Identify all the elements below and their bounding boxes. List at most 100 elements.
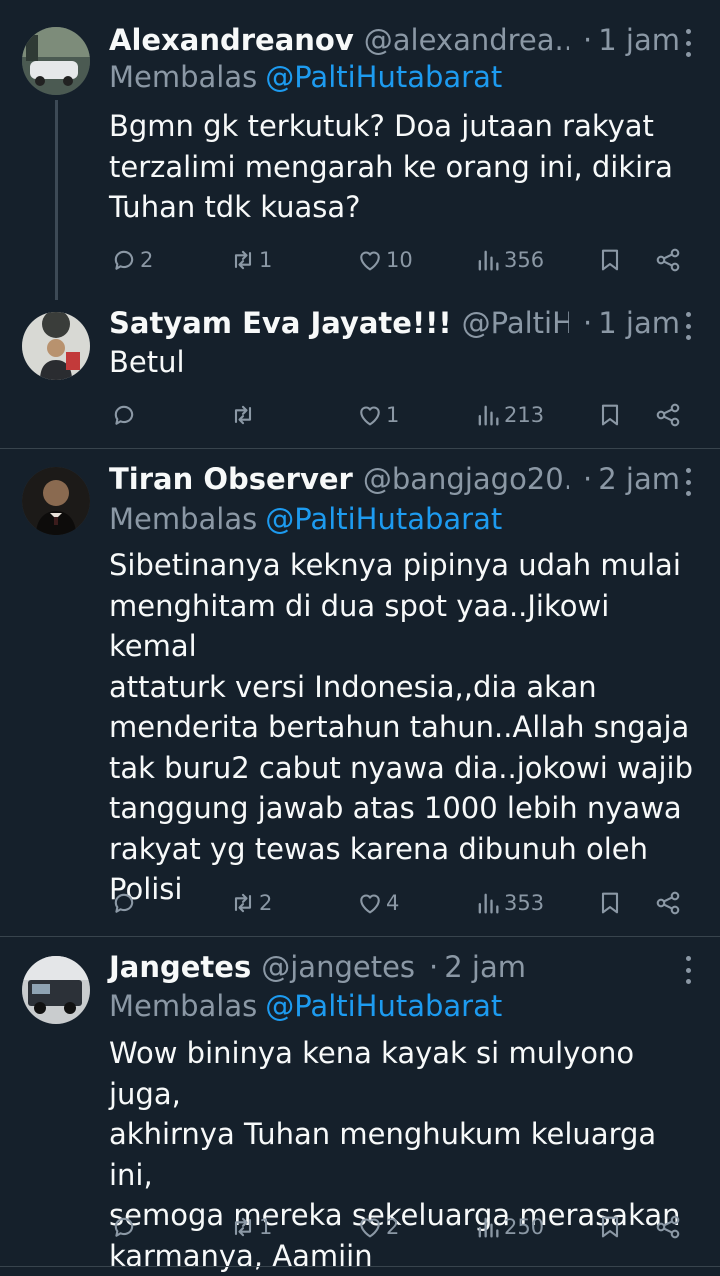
share-button[interactable] — [654, 887, 682, 919]
retweet-icon — [234, 1217, 252, 1237]
action-bar: 2 4 353 — [0, 887, 720, 919]
share-button[interactable] — [654, 244, 682, 276]
like-count: 10 — [386, 248, 413, 272]
separator-dot: · — [583, 462, 593, 496]
mention-link[interactable]: @PaltiHutabarat — [265, 989, 502, 1023]
tweet-item[interactable]: Satyam Eva Jayate!!! @PaltiH... · 1 jam … — [0, 300, 720, 448]
tweet-header: Satyam Eva Jayate!!! @PaltiH... · 1 jam — [109, 305, 680, 341]
display-name[interactable]: Alexandreanov — [109, 23, 354, 57]
retweet-count: 2 — [259, 891, 273, 915]
more-icon[interactable] — [684, 312, 692, 340]
user-handle[interactable]: @jangetes — [261, 950, 415, 984]
retweet-icon — [234, 405, 252, 425]
reply-icon — [114, 250, 134, 270]
separator-dot: · — [583, 23, 593, 57]
reply-button[interactable] — [110, 1211, 140, 1243]
retweet-button[interactable]: 1 — [229, 1211, 272, 1243]
share-button[interactable] — [654, 1211, 682, 1243]
share-button[interactable] — [654, 399, 682, 431]
action-bar: 2 1 10 356 — [0, 244, 720, 276]
like-icon — [360, 251, 380, 271]
bookmark-button[interactable] — [596, 399, 624, 431]
more-icon[interactable] — [684, 956, 692, 984]
user-handle[interactable]: @alexandrea... — [364, 23, 569, 57]
share-icon — [656, 248, 680, 272]
like-button[interactable]: 4 — [356, 887, 399, 919]
like-count: 4 — [386, 891, 400, 915]
views-icon — [478, 1217, 499, 1238]
bookmark-button[interactable] — [596, 887, 624, 919]
reply-button[interactable] — [110, 887, 140, 919]
bookmark-icon — [601, 249, 619, 271]
more-icon[interactable] — [684, 468, 692, 496]
user-handle[interactable]: @bangjago20... — [363, 462, 569, 496]
retweet-button[interactable]: 1 — [229, 244, 272, 276]
tweet-header: Tiran Observer @bangjago20... · 2 jam — [109, 461, 680, 497]
retweet-icon — [234, 250, 252, 270]
like-icon — [360, 894, 380, 914]
action-bar: 1 213 — [0, 399, 720, 431]
tweet-item[interactable]: Alexandreanov @alexandrea... · 1 jam Mem… — [0, 0, 720, 300]
bookmark-button[interactable] — [596, 1211, 624, 1243]
mention-link[interactable]: @PaltiHutabarat — [265, 502, 502, 536]
retweet-button[interactable] — [229, 399, 259, 431]
like-icon — [360, 1218, 380, 1238]
avatar[interactable] — [22, 467, 90, 535]
tweet-header: Jangetes @jangetes · 2 jam — [109, 949, 680, 985]
action-bar: 1 2 250 — [0, 1211, 720, 1243]
avatar[interactable] — [22, 312, 90, 380]
reply-icon — [114, 405, 134, 425]
replying-to: Membalas @PaltiHutabarat — [109, 502, 502, 536]
replying-to: Membalas @PaltiHutabarat — [109, 60, 502, 94]
bookmark-icon — [601, 892, 619, 914]
views-icon — [478, 405, 499, 426]
reply-count: 2 — [140, 248, 154, 272]
bookmark-icon — [601, 404, 619, 426]
reply-icon — [114, 893, 134, 913]
bookmark-button[interactable] — [596, 244, 624, 276]
retweet-button[interactable]: 2 — [229, 887, 272, 919]
views-count: 250 — [504, 1215, 545, 1239]
timestamp[interactable]: 2 jam — [598, 462, 680, 496]
tweet-text: Sibetinanya keknya pipinya udah mulai me… — [109, 548, 694, 906]
views-icon — [478, 893, 499, 914]
display-name[interactable]: Satyam Eva Jayate!!! — [109, 306, 452, 340]
avatar[interactable] — [22, 956, 90, 1024]
display-name[interactable]: Jangetes — [109, 950, 251, 984]
separator-dot: · — [583, 306, 593, 340]
reply-icon — [114, 1217, 134, 1237]
timestamp[interactable]: 1 jam — [598, 23, 680, 57]
reply-button[interactable] — [110, 399, 140, 431]
mention-link[interactable]: @PaltiHutabarat — [265, 60, 502, 94]
views-icon — [478, 250, 499, 271]
like-button[interactable]: 2 — [356, 1211, 399, 1243]
more-icon[interactable] — [684, 29, 692, 57]
like-count: 2 — [386, 1215, 400, 1239]
tweet-item[interactable]: Jangetes @jangetes · 2 jam Membalas @Palt… — [0, 937, 720, 1273]
share-icon — [656, 1215, 680, 1239]
user-handle[interactable]: @PaltiH... — [462, 306, 569, 340]
like-button[interactable]: 10 — [356, 244, 413, 276]
avatar[interactable] — [22, 27, 90, 95]
divider — [0, 1266, 720, 1267]
tweet-header: Alexandreanov @alexandrea... · 1 jam — [109, 22, 680, 58]
retweet-count: 1 — [259, 248, 273, 272]
bookmark-icon — [601, 1216, 619, 1238]
views-count: 356 — [504, 248, 545, 272]
views-button[interactable]: 353 — [474, 887, 544, 919]
retweet-count: 1 — [259, 1215, 273, 1239]
tweet-item[interactable]: Tiran Observer @bangjago20... · 2 jam Me… — [0, 449, 720, 936]
replying-label: Membalas — [109, 60, 258, 94]
timestamp[interactable]: 2 jam — [444, 950, 526, 984]
reply-button[interactable]: 2 — [110, 244, 153, 276]
display-name[interactable]: Tiran Observer — [109, 462, 353, 496]
like-button[interactable]: 1 — [356, 399, 399, 431]
timestamp[interactable]: 1 jam — [598, 306, 680, 340]
replying-label: Membalas — [109, 502, 258, 536]
views-button[interactable]: 213 — [474, 399, 544, 431]
views-count: 213 — [504, 403, 545, 427]
views-button[interactable]: 250 — [474, 1211, 544, 1243]
share-icon — [656, 403, 680, 427]
views-button[interactable]: 356 — [474, 244, 544, 276]
like-count: 1 — [386, 403, 400, 427]
